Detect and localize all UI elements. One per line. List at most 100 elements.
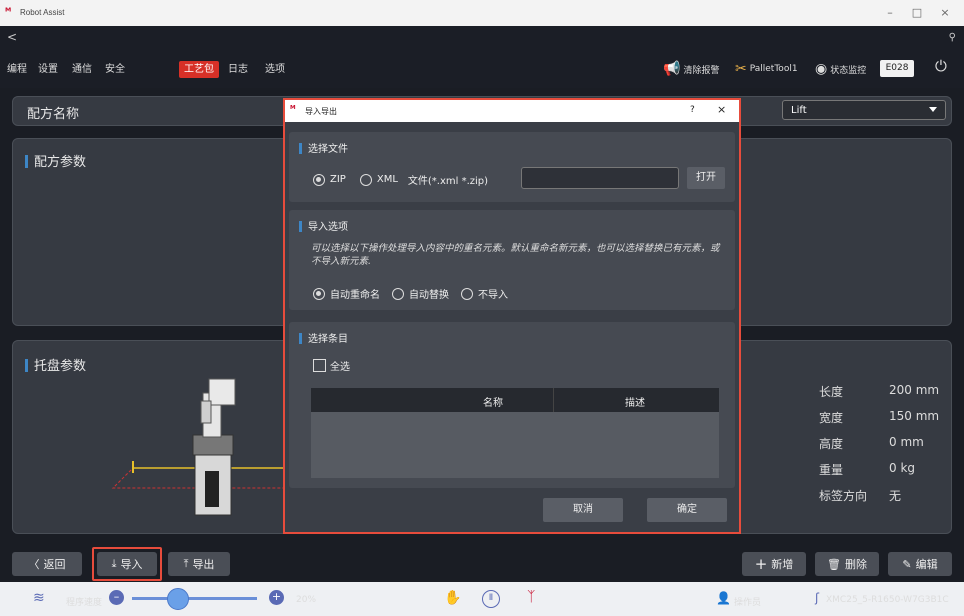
zip-radio[interactable] (313, 173, 325, 186)
status-monitor-button[interactable]: ◉ 状态监控 (815, 58, 866, 80)
speed-label: 程序速度 (66, 598, 103, 608)
nav-programming[interactable]: 编程 (2, 61, 32, 78)
operator-label: 操作员 (734, 598, 762, 608)
dim-row: 长度 200 mm (819, 383, 949, 409)
dim-label: 高度 (819, 437, 844, 451)
dim-label: 重量 (819, 463, 844, 477)
nav-log[interactable]: 日志 (223, 61, 253, 78)
dialog-close-button[interactable]: × (717, 103, 726, 116)
error-code-badge[interactable]: E028 (880, 60, 914, 77)
horn-icon: 📢 (663, 61, 681, 77)
minimize-button[interactable]: – (880, 6, 900, 19)
skip-radio[interactable] (461, 287, 473, 300)
pencil-icon: ✎ (902, 557, 912, 571)
eye-icon: ◉ (815, 61, 828, 77)
import-options-title: 导入选项 (299, 218, 348, 233)
zip-label: ZIP (330, 174, 346, 185)
app-logo-icon: ᴹ (5, 7, 12, 18)
checkbox-icon (313, 359, 326, 372)
dim-value: 150 mm (889, 409, 940, 423)
items-table-body[interactable] (311, 412, 719, 478)
items-table-header: 名称 描述 (311, 388, 719, 412)
robot-pallet-illustration (111, 378, 293, 516)
clear-alarm-button[interactable]: 📢 清除报警 (663, 58, 719, 80)
back-arrow-icon[interactable]: < (7, 30, 17, 44)
select-all-checkbox[interactable]: 全选 (313, 358, 350, 373)
nav-settings[interactable]: 设置 (33, 61, 63, 78)
dim-label: 宽度 (819, 411, 844, 425)
maximize-button[interactable]: □ (907, 6, 927, 19)
dialog-titlebar: ᴹ 导入导出 ? × (285, 100, 739, 122)
open-file-button[interactable]: 打开 (687, 167, 725, 189)
import-label: 导入 (120, 558, 143, 571)
user-icon: 👤 (716, 591, 731, 605)
file-path-input[interactable] (521, 167, 679, 189)
file-section-title: 选择文件 (299, 140, 348, 155)
nav-options[interactable]: 选项 (260, 61, 290, 78)
import-options-description: 可以选择以下操作处理导入内容中的重名元素。默认重命名新元素，也可以选择替换已有元… (311, 243, 720, 267)
replace-label: 自动替换 (409, 290, 449, 301)
speed-decrease-button[interactable]: – (109, 590, 124, 605)
dropdown-arrow-icon (929, 107, 937, 112)
delete-button[interactable]: 🗑 删除 (815, 552, 879, 576)
dim-value: 200 mm (889, 383, 940, 397)
pallet-tool-button[interactable]: ✂ PalletTool1 (735, 58, 798, 80)
rename-radio[interactable] (313, 287, 325, 300)
speed-increase-button[interactable]: + (269, 590, 284, 605)
col-desc: 描述 (625, 398, 645, 409)
speed-slider-track[interactable] (132, 597, 257, 600)
export-button[interactable]: ⤒ 导出 (168, 552, 230, 576)
back-label: 返回 (43, 558, 66, 571)
emergency-icon[interactable]: ᛉ (527, 589, 535, 605)
nav-communication[interactable]: 通信 (67, 61, 97, 78)
pallet-tool-label: PalletTool1 (749, 64, 798, 74)
chevron-left-icon: 〈 (28, 558, 40, 571)
items-section-title: 选择条目 (299, 330, 348, 345)
pallet-params-label: 托盘参数 (25, 355, 86, 374)
dim-label: 长度 (819, 385, 844, 399)
file-type-options: ZIP XML 文件(*.xml *.zip) (313, 172, 488, 187)
edit-button[interactable]: ✎ 编辑 (888, 552, 952, 576)
col-name: 名称 (483, 398, 503, 409)
recipe-select-value: Lift (791, 105, 807, 116)
dim-row: 重量 0 kg (819, 461, 949, 487)
robot-arm-icon: ʃ (815, 591, 820, 605)
dim-value: 无 (889, 489, 902, 503)
nav-process-package[interactable]: 工艺包 (179, 61, 219, 78)
add-button[interactable]: + 新增 (742, 552, 806, 576)
import-options-section: 导入选项 可以选择以下操作处理导入内容中的重名元素。默认重命名新元素，也可以选择… (289, 210, 735, 310)
back-button[interactable]: 〈返回 (12, 552, 82, 576)
dim-row: 宽度 150 mm (819, 409, 949, 435)
power-icon[interactable]: ⏻ (935, 57, 947, 75)
select-all-label: 全选 (330, 362, 350, 373)
delete-label: 删除 (844, 558, 867, 571)
tool-icon: ✂ (735, 61, 747, 77)
hand-icon[interactable]: ✋ (444, 590, 461, 606)
speed-slider-handle[interactable] (167, 588, 189, 610)
cancel-button[interactable]: 取消 (543, 498, 623, 522)
items-section: 选择条目 全选 名称 描述 (289, 322, 735, 488)
download-icon: ⤓ (111, 557, 117, 570)
pause-icon[interactable]: Ⅱ (482, 590, 500, 608)
replace-radio[interactable] (392, 287, 404, 300)
help-button[interactable]: ? (690, 105, 695, 115)
rename-label: 自动重命名 (330, 290, 380, 301)
upload-icon: ⤒ (183, 557, 189, 570)
edit-label: 编辑 (915, 558, 938, 571)
search-icon[interactable]: ⚲ (949, 32, 956, 43)
skip-label: 不导入 (478, 290, 508, 301)
import-button[interactable]: ⤓ 导入 (97, 552, 157, 576)
dim-row: 高度 0 mm (819, 435, 949, 461)
window-titlebar: ᴹ Robot Assist – □ × (0, 0, 964, 26)
ok-button[interactable]: 确定 (647, 498, 727, 522)
nav-safety[interactable]: 安全 (100, 61, 130, 78)
col-divider (553, 388, 554, 412)
recipe-select[interactable]: Lift (782, 100, 946, 120)
export-label: 导出 (192, 558, 215, 571)
file-section: 选择文件 ZIP XML 文件(*.xml *.zip) 打开 (289, 132, 735, 202)
dim-value: 0 kg (889, 461, 916, 475)
trash-icon: 🗑 (827, 557, 841, 571)
close-window-button[interactable]: × (935, 6, 955, 19)
recipe-params-label: 配方参数 (25, 151, 86, 170)
xml-radio[interactable] (359, 173, 372, 186)
